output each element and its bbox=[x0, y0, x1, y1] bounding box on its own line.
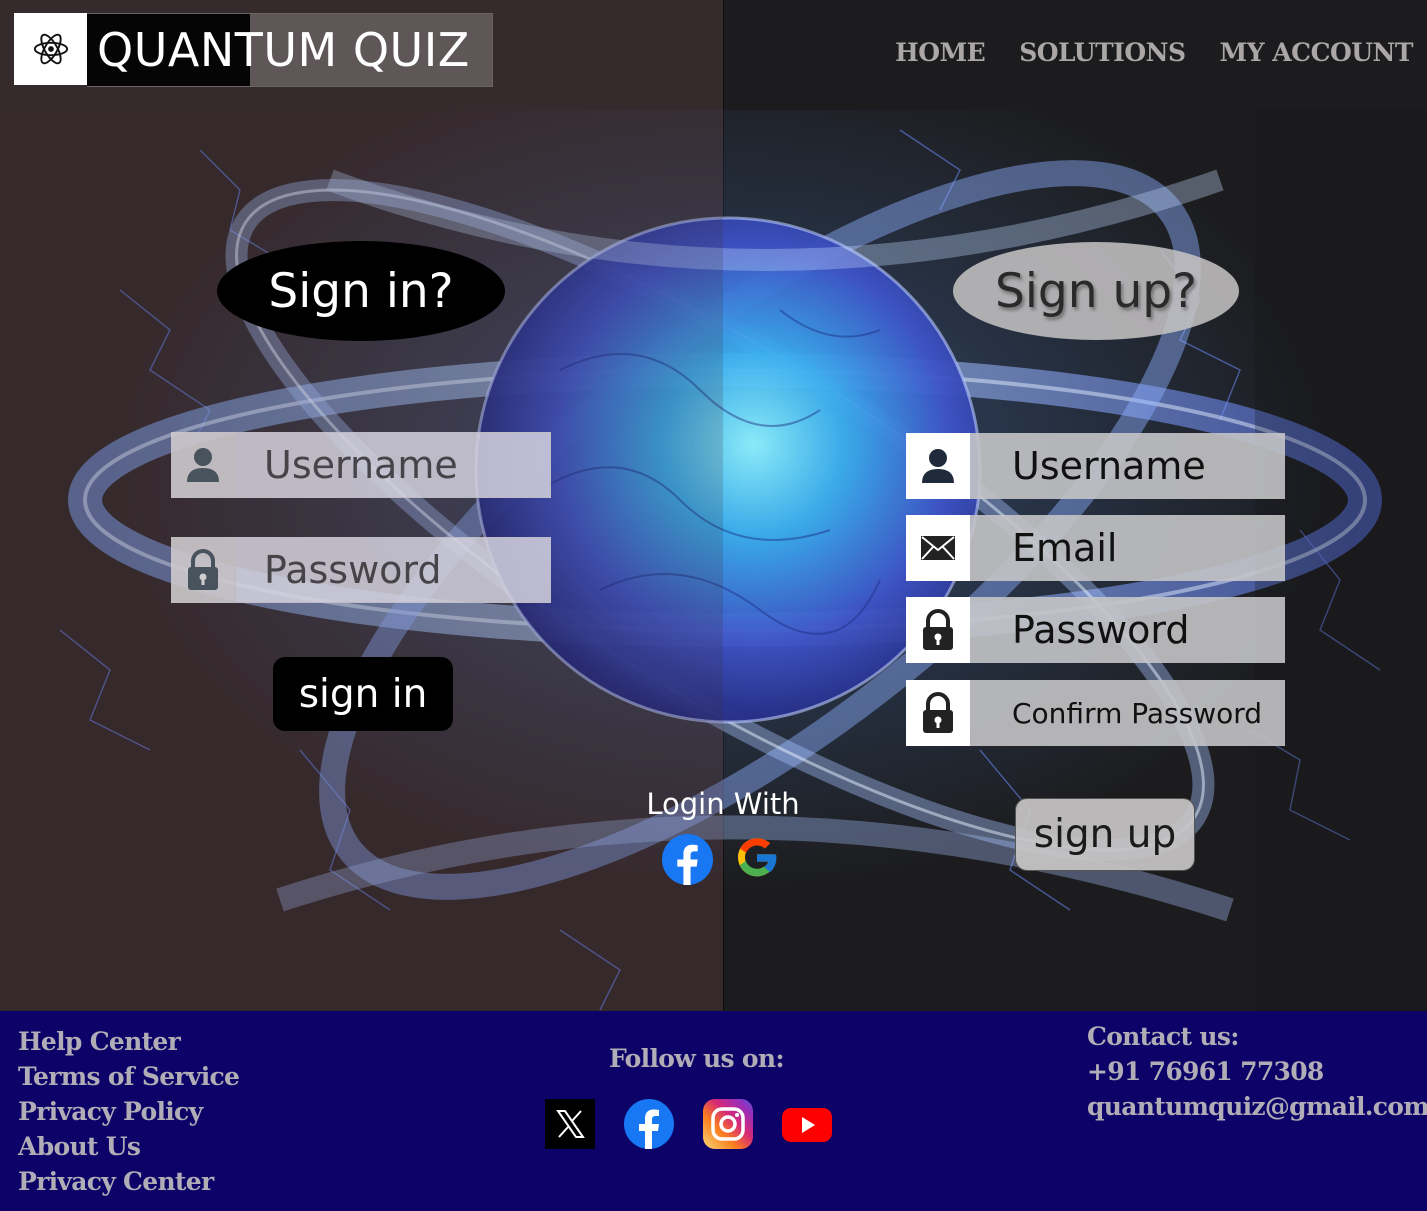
user-icon bbox=[171, 432, 235, 498]
contact-block: Contact us: +91 76961 77308 quantumquiz@… bbox=[1087, 1019, 1427, 1124]
signin-panel bbox=[0, 0, 723, 1011]
signup-password-field[interactable]: Password bbox=[906, 597, 1285, 663]
youtube-icon[interactable] bbox=[782, 1099, 832, 1153]
contact-email[interactable]: quantumquiz@gmail.com bbox=[1087, 1089, 1427, 1124]
signup-email-field[interactable]: Email bbox=[906, 515, 1285, 581]
login-with-label: Login With bbox=[646, 787, 800, 821]
footer-link-privacy-center[interactable]: Privacy Center bbox=[18, 1164, 239, 1199]
footer-link-about-us[interactable]: About Us bbox=[18, 1129, 239, 1164]
top-nav: HOME SOLUTIONS MY ACCOUNT bbox=[895, 38, 1413, 67]
brand-logo[interactable]: QUANTUM QUIZ bbox=[14, 13, 493, 87]
social-login-group bbox=[662, 834, 781, 889]
footer-link-terms[interactable]: Terms of Service bbox=[18, 1059, 240, 1094]
signin-heading: Sign in? bbox=[217, 241, 505, 341]
envelope-icon bbox=[906, 515, 970, 581]
atom-icon bbox=[14, 13, 87, 85]
brand-title: QUANTUM QUIZ bbox=[87, 13, 493, 87]
signup-button[interactable]: sign up bbox=[1015, 798, 1195, 871]
facebook-icon[interactable] bbox=[662, 834, 713, 889]
signin-username-field[interactable]: Username bbox=[171, 432, 551, 498]
signup-username-field[interactable]: Username bbox=[906, 433, 1285, 499]
footer-link-privacy-policy[interactable]: Privacy Policy bbox=[18, 1094, 239, 1129]
signin-username-input[interactable]: Username bbox=[235, 432, 551, 498]
nav-my-account[interactable]: MY ACCOUNT bbox=[1220, 38, 1414, 67]
signup-password-input[interactable]: Password bbox=[970, 597, 1285, 663]
contact-phone[interactable]: +91 76961 77308 bbox=[1087, 1054, 1427, 1089]
signin-button[interactable]: sign in bbox=[273, 657, 453, 731]
footer-links: Help Center Terms of Service Privacy Pol… bbox=[18, 1024, 240, 1199]
facebook-icon[interactable] bbox=[624, 1099, 674, 1153]
signup-username-input[interactable]: Username bbox=[970, 433, 1285, 499]
lock-icon bbox=[906, 597, 970, 663]
signup-email-input[interactable]: Email bbox=[970, 515, 1285, 581]
signin-password-input[interactable]: Password bbox=[235, 537, 551, 603]
x-icon[interactable] bbox=[545, 1099, 595, 1153]
lock-icon bbox=[171, 537, 235, 603]
nav-solutions[interactable]: SOLUTIONS bbox=[1019, 38, 1186, 67]
nav-home[interactable]: HOME bbox=[895, 38, 986, 67]
lock-icon bbox=[906, 680, 970, 746]
user-icon bbox=[906, 433, 970, 499]
contact-heading: Contact us: bbox=[1087, 1022, 1239, 1051]
instagram-icon[interactable] bbox=[703, 1099, 753, 1153]
social-icons bbox=[545, 1099, 832, 1153]
signup-confirm-field[interactable]: Confirm Password bbox=[906, 680, 1285, 746]
signup-confirm-input[interactable]: Confirm Password bbox=[970, 680, 1285, 746]
footer-link-help-center[interactable]: Help Center bbox=[18, 1024, 239, 1059]
signup-heading: Sign up? bbox=[953, 242, 1239, 340]
google-icon[interactable] bbox=[733, 834, 781, 889]
follow-label: Follow us on: bbox=[609, 1044, 785, 1073]
signin-password-field[interactable]: Password bbox=[171, 537, 551, 603]
